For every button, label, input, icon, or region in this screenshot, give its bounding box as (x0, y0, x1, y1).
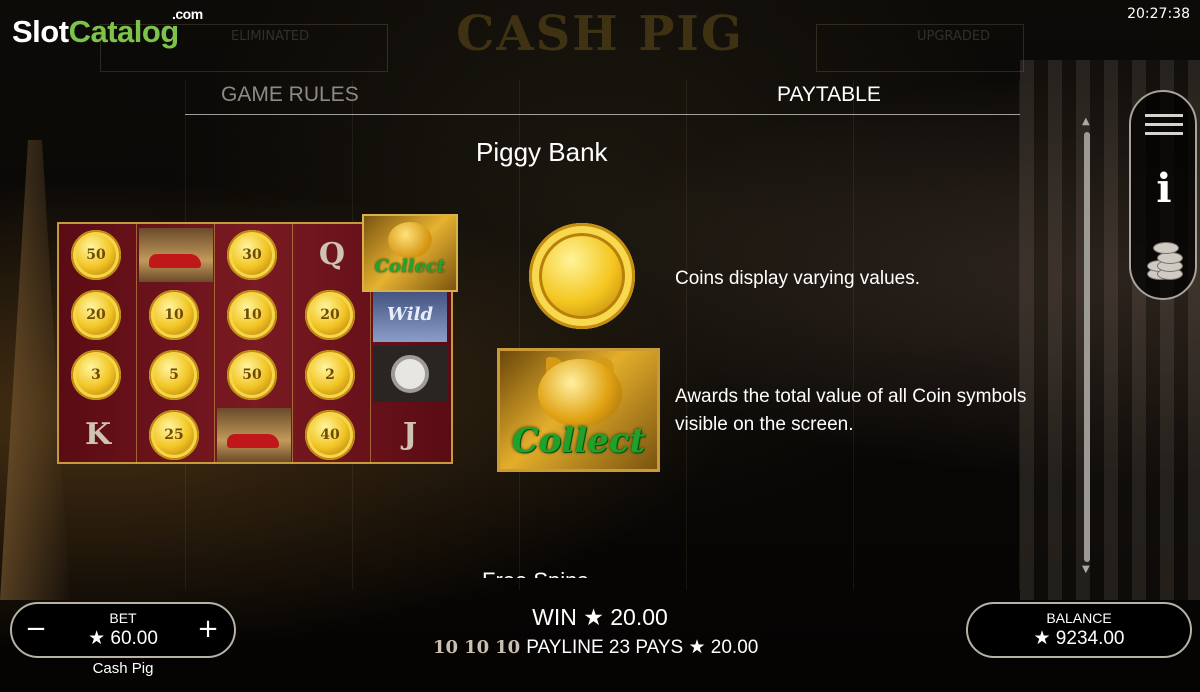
letter-k-symbol: K (84, 416, 112, 452)
coin-symbol: 2 (305, 350, 355, 400)
collect-description: Awards the total value of all Coin symbo… (675, 386, 1027, 435)
info-icon[interactable]: i (1151, 168, 1177, 210)
logo-dotcom-text: .com (172, 6, 203, 22)
coin-symbol: 40 (305, 410, 355, 460)
payline-summary: 10 10 10 PAYLINE 23 PAYS ★ 20.00 (433, 636, 758, 659)
diamond-wild-symbol: Wild (373, 286, 447, 342)
coin-symbol: 20 (305, 290, 355, 340)
coin-symbol: 50 (227, 350, 277, 400)
background-upgraded-label: UPGRADED (917, 29, 991, 44)
background-upgraded-box: UPGRADED (816, 24, 1024, 72)
piggy-bank-icon (538, 359, 622, 427)
sports-car-symbol (139, 228, 213, 282)
coin-symbol: 30 (227, 230, 277, 280)
scroll-up-icon[interactable]: ▲ (1082, 116, 1090, 127)
balance-value: ★ 9234.00 (1033, 628, 1125, 649)
balance-label: BALANCE (1046, 610, 1112, 626)
watch-symbol (373, 346, 447, 402)
logo-slot-text: Slot (12, 14, 69, 49)
sports-car-symbol (217, 408, 291, 462)
coin-symbol: 3 (71, 350, 121, 400)
coins-stack-icon[interactable] (1145, 238, 1183, 282)
bottom-bar: − BET ★ 60.00 + Cash Pig WIN ★ 20.00 10 1… (0, 590, 1200, 692)
collect-symbol-text: Collect (511, 421, 646, 461)
background-game-title: CASH PIG (456, 6, 744, 62)
payline-text: PAYLINE 23 PAYS ★ 20.00 (526, 637, 759, 658)
collect-symbol-small: Collect (362, 214, 458, 292)
watch-face-icon (391, 355, 429, 393)
tab-game-rules[interactable]: GAME RULES (221, 83, 359, 107)
scroll-down-icon[interactable]: ▼ (1082, 564, 1090, 575)
coin-symbol: 25 (149, 410, 199, 460)
coin-description: Coins display varying values. (675, 268, 921, 289)
piggy-bank-collect-icon: Collect (497, 348, 660, 472)
ten-symbol-icon: 10 (495, 637, 521, 658)
coin-symbol: 20 (71, 290, 121, 340)
balance-display: BALANCE ★ 9234.00 (966, 602, 1192, 658)
coin-symbol: 5 (149, 350, 199, 400)
ten-symbol-icon: 10 (433, 637, 459, 658)
side-menu-panel: i (1129, 90, 1197, 300)
coin-symbol: 50 (71, 230, 121, 280)
clock: 20:27:38 (1127, 6, 1190, 22)
ten-symbol-icon: 10 (464, 637, 490, 658)
collect-symbol-small-text: Collect (374, 256, 446, 277)
slotcatalog-logo: SlotCatalog .com (12, 6, 203, 50)
scrollbar-thumb[interactable] (1084, 132, 1090, 562)
paytable-scrollbar[interactable]: ▲ ▼ (1082, 116, 1092, 578)
section-title-free-spins: Free Spins (482, 566, 588, 578)
logo-catalog-text: Catalog (68, 14, 180, 49)
menu-icon[interactable] (1145, 114, 1183, 142)
paytable-tabs: GAME RULES PAYTABLE (185, 80, 1020, 115)
coin-symbol: 10 (227, 290, 277, 340)
tab-paytable[interactable]: PAYTABLE (777, 83, 881, 107)
gold-coin-icon (529, 223, 635, 329)
section-title-piggy-bank: Piggy Bank (476, 137, 608, 167)
letter-q-symbol: Q (318, 236, 346, 272)
background-eliminated-label: ELIMINATED (231, 29, 310, 44)
piggy-bank-icon (388, 222, 432, 258)
letter-j-symbol: J (402, 416, 418, 452)
coin-symbol: 10 (149, 290, 199, 340)
game-name: Cash Pig (92, 660, 154, 677)
